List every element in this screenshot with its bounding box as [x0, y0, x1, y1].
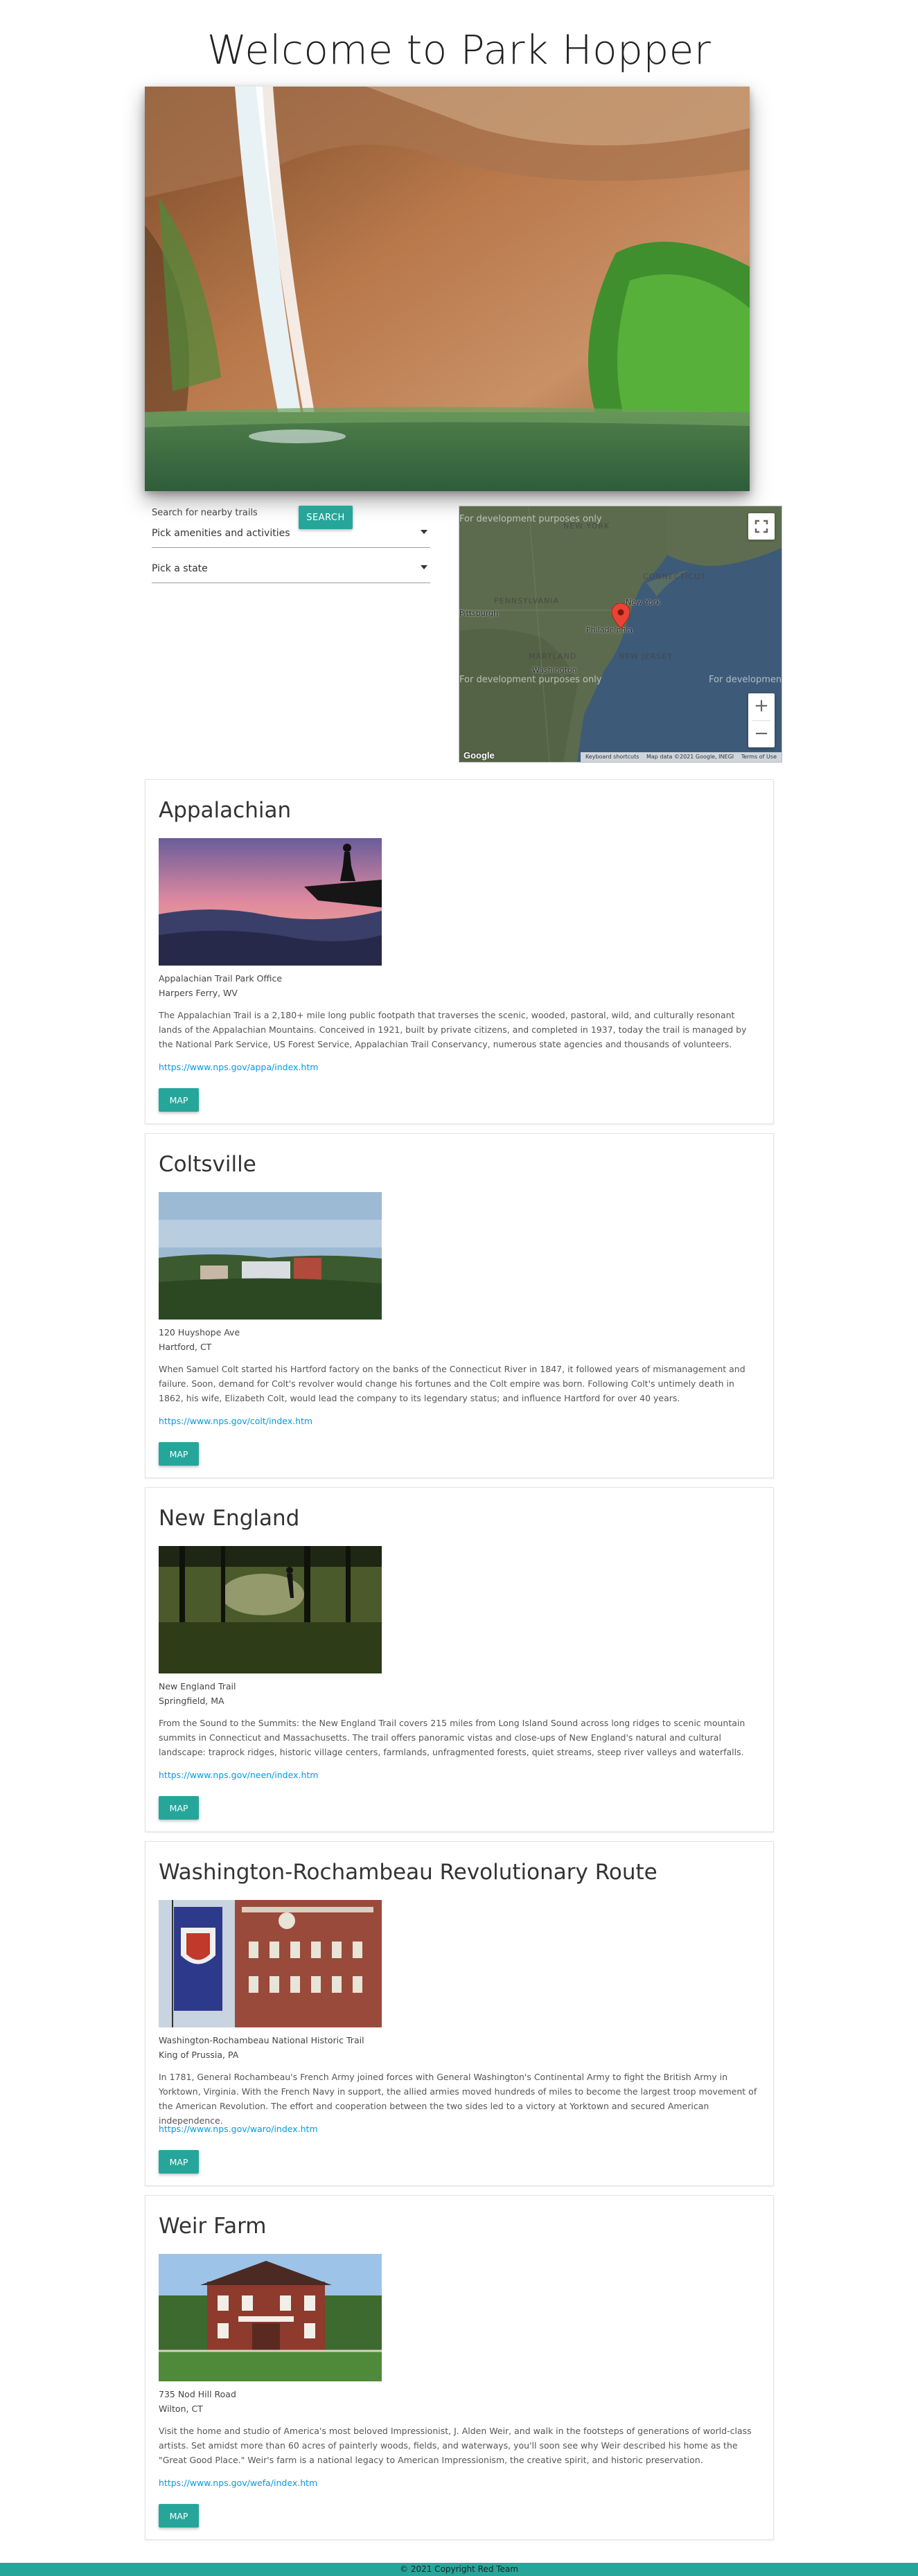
park-photo	[159, 1546, 382, 1673]
state-select[interactable]: Pick a state	[152, 556, 430, 583]
park-link[interactable]: https://www.nps.gov/wefa/index.htm	[159, 2478, 317, 2488]
park-link[interactable]: https://www.nps.gov/neen/index.htm	[159, 1770, 318, 1780]
google-logo[interactable]: Google	[464, 750, 495, 761]
map-button[interactable]: MAP	[159, 2504, 199, 2528]
park-name: Coltsville	[159, 1152, 256, 1177]
park-card: Weir Farm 735 Nod Hill Road Wilton, CT V…	[145, 2195, 774, 2540]
map-marker-icon[interactable]	[612, 603, 630, 628]
terms-of-use-link[interactable]: Terms of Use	[741, 754, 777, 760]
map-button[interactable]: MAP	[159, 1442, 199, 1466]
map-city-label: New York	[626, 598, 661, 607]
address-line: Hartford, CT	[159, 1342, 212, 1352]
zoom-control: + −	[748, 693, 775, 747]
amenities-select[interactable]: Pick amenities and activities	[152, 521, 430, 548]
park-link[interactable]: https://www.nps.gov/colt/index.htm	[159, 1416, 312, 1426]
park-address: 735 Nod Hill Road Wilton, CT	[159, 2387, 236, 2416]
park-name: Washington-Rochambeau Revolutionary Rout…	[159, 1860, 657, 1885]
park-address: Washington-Rochambeau National Historic …	[159, 2033, 364, 2062]
address-line: Washington-Rochambeau National Historic …	[159, 2035, 364, 2045]
map-button[interactable]: MAP	[159, 1088, 199, 1112]
map-city-label: Pittsburgh	[459, 609, 499, 618]
park-description: The Appalachian Trail is a 2,180+ mile l…	[159, 1010, 747, 1049]
park-description: From the Sound to the Summits: the New E…	[159, 1718, 745, 1757]
park-address: New England Trail Springfield, MA	[159, 1679, 236, 1708]
map-watermark: For development purposes only	[709, 675, 782, 685]
address-line: 735 Nod Hill Road	[159, 2389, 236, 2399]
search-label: Search for nearby trails	[152, 508, 258, 518]
park-address: 120 Huyshope Ave Hartford, CT	[159, 1325, 240, 1354]
map-region-label: NEW YORK	[563, 522, 610, 531]
park-card: Appalachian Appalachian Trail Park Offic…	[145, 779, 774, 1124]
map-region-label: CONNECTICUT	[643, 572, 706, 581]
keyboard-shortcuts-link[interactable]: Keyboard shortcuts	[585, 754, 639, 760]
address-line: 120 Huyshope Ave	[159, 1327, 240, 1338]
park-card: Washington-Rochambeau Revolutionary Rout…	[145, 1841, 774, 2186]
address-line: Springfield, MA	[159, 1696, 224, 1706]
map-data-text: Map data ©2021 Google, INEGI	[646, 754, 734, 760]
map-watermark: For development purposes only	[459, 675, 602, 685]
address-line: King of Prussia, PA	[159, 2050, 239, 2060]
park-photo	[159, 838, 382, 966]
hero-image	[145, 87, 750, 491]
park-card: Coltsville 120 Huyshope Ave Hartford, CT…	[145, 1133, 774, 1478]
park-card: New England New England Trail Springfiel…	[145, 1487, 774, 1832]
map-button[interactable]: MAP	[159, 2150, 199, 2174]
caret-down-icon	[421, 565, 427, 569]
park-photo	[159, 1900, 382, 2027]
page-title: Welcome to Park Hopper	[206, 26, 712, 73]
address-line: Appalachian Trail Park Office	[159, 973, 283, 984]
page-footer: © 2021 Copyright Red Team	[0, 2563, 918, 2576]
park-link[interactable]: https://www.nps.gov/appa/index.htm	[159, 1062, 318, 1072]
park-description: When Samuel Colt started his Hartford fa…	[159, 1364, 745, 1403]
park-address: Appalachian Trail Park Office Harpers Fe…	[159, 971, 282, 1000]
map-region-label: PENNSYLVANIA	[494, 596, 560, 605]
park-photo	[159, 2254, 382, 2381]
park-description: Visit the home and studio of America's m…	[159, 2426, 752, 2465]
address-line: New England Trail	[159, 1681, 236, 1691]
park-name: Weir Farm	[159, 2214, 267, 2239]
park-link[interactable]: https://www.nps.gov/waro/index.htm	[159, 2124, 318, 2134]
caret-down-icon	[421, 530, 427, 534]
park-description: In 1781, General Rochambeau's French Arm…	[159, 2072, 757, 2126]
zoom-in-button[interactable]: +	[748, 693, 775, 720]
map-button[interactable]: MAP	[159, 1796, 199, 1820]
address-line: Harpers Ferry, WV	[159, 988, 238, 998]
fullscreen-button[interactable]	[748, 513, 775, 540]
map-region-label: MARYLAND	[529, 652, 577, 661]
map-attribution: Keyboard shortcuts Map data ©2021 Google…	[580, 752, 782, 762]
park-name: New England	[159, 1506, 300, 1531]
amenities-select-value: Pick amenities and activities	[152, 528, 290, 539]
state-select-value: Pick a state	[152, 563, 208, 574]
park-photo	[159, 1192, 382, 1320]
map-widget[interactable]: For development purposes only For develo…	[459, 506, 782, 763]
park-name: Appalachian	[159, 798, 292, 823]
map-region-label: NEW JERSEY	[619, 652, 673, 661]
zoom-out-button[interactable]: −	[748, 721, 775, 748]
fullscreen-icon	[754, 519, 768, 533]
map-city-label: Washington	[532, 666, 577, 675]
address-line: Wilton, CT	[159, 2404, 203, 2414]
